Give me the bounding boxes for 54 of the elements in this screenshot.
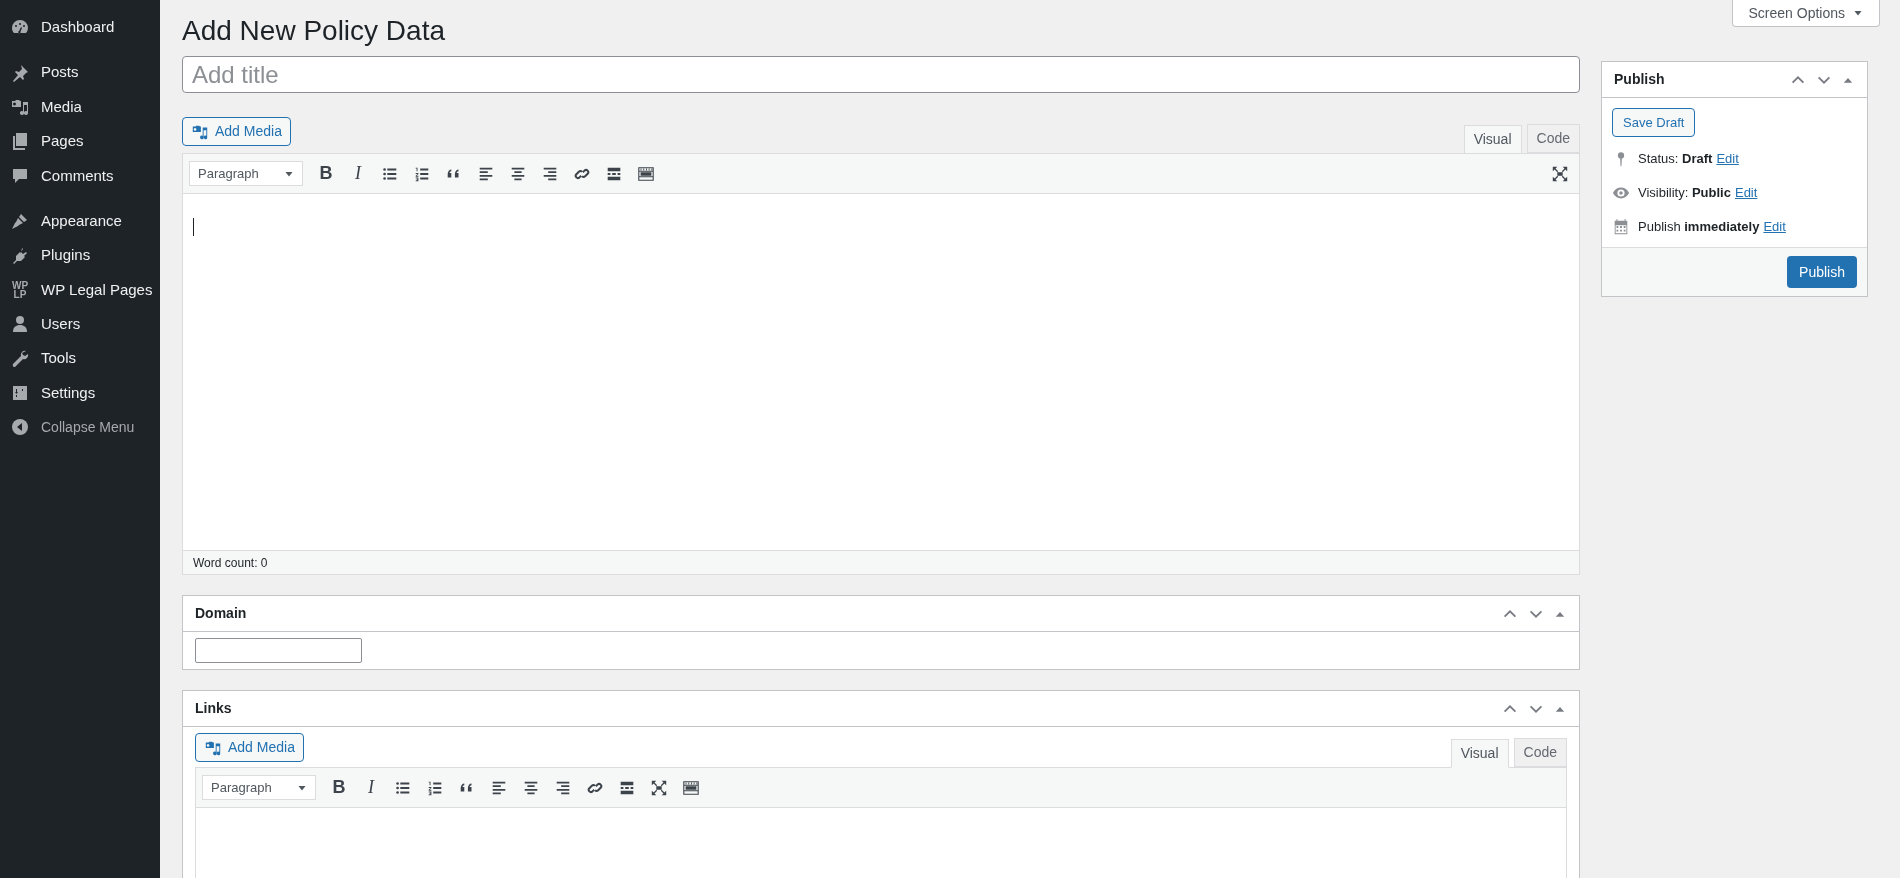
editor-tab[interactable]: Visual bbox=[1450, 739, 1509, 768]
sidebar-item[interactable]: Users bbox=[0, 307, 160, 342]
format-dropdown[interactable]: Paragraph bbox=[202, 775, 316, 800]
bold-button[interactable]: B bbox=[326, 774, 352, 801]
wp-legal-pages-icon: WP LP bbox=[10, 280, 30, 299]
keyboard-icon bbox=[637, 164, 655, 183]
metabox-title: Links bbox=[195, 699, 232, 718]
status-text: Visibility: Public bbox=[1638, 184, 1731, 203]
collapse-menu-button[interactable]: Collapse Menu bbox=[0, 410, 160, 445]
edit-link[interactable]: Edit bbox=[1716, 149, 1739, 169]
add-media-button[interactable]: Add Media bbox=[195, 733, 304, 762]
fullscreen-icon bbox=[650, 778, 668, 797]
sidebar-item[interactable]: Media bbox=[0, 89, 160, 125]
editor-tab[interactable]: Code bbox=[1526, 124, 1580, 153]
save-draft-button[interactable]: Save Draft bbox=[1612, 108, 1696, 137]
edit-link[interactable]: Edit bbox=[1734, 183, 1758, 203]
format-dropdown[interactable]: Paragraph bbox=[189, 161, 303, 186]
calendar-icon bbox=[1612, 218, 1630, 236]
edit-link[interactable]: Edit bbox=[1763, 217, 1786, 237]
user-icon bbox=[10, 314, 30, 335]
bold-button[interactable]: B bbox=[313, 160, 339, 187]
metabox-title: Domain bbox=[195, 604, 247, 623]
pushpin-icon bbox=[10, 62, 30, 83]
screen-options-button[interactable]: Screen Options bbox=[1731, 0, 1880, 27]
editor-tab[interactable]: Visual bbox=[1463, 125, 1522, 154]
keyboard-icon bbox=[682, 778, 700, 797]
sidebar-item[interactable]: Posts bbox=[0, 55, 160, 90]
panel-title: Publish bbox=[1614, 70, 1665, 89]
sidebar-item[interactable]: WP LP WP Legal Pages bbox=[0, 272, 160, 308]
sidebar-item[interactable]: Plugins bbox=[0, 238, 160, 273]
page-title: Add New Policy Data bbox=[182, 17, 446, 45]
italic-button[interactable]: I bbox=[345, 160, 371, 187]
collapse-icon bbox=[10, 417, 30, 438]
sidebar-item[interactable]: Appearance bbox=[0, 203, 160, 239]
sidebar-item[interactable]: Tools bbox=[0, 341, 160, 376]
sidebar-item[interactable]: Dashboard bbox=[0, 10, 160, 45]
paintbrush-icon bbox=[10, 211, 30, 232]
word-count: Word count: 0 bbox=[193, 554, 268, 572]
sidebar-item[interactable]: Settings bbox=[0, 375, 160, 411]
caret-icon bbox=[1853, 8, 1863, 18]
editor-tab[interactable]: Code bbox=[1513, 738, 1567, 767]
sidebar-item[interactable]: Pages bbox=[0, 124, 160, 159]
wrench-icon bbox=[10, 348, 30, 369]
publish-button[interactable]: Publish bbox=[1787, 256, 1857, 288]
title-field[interactable]: Add title bbox=[182, 56, 1580, 93]
italic-button[interactable]: I bbox=[358, 774, 384, 801]
pages-icon bbox=[10, 131, 30, 152]
status-text: Publish immediately bbox=[1638, 218, 1760, 237]
text-cursor bbox=[193, 218, 194, 236]
domain-input[interactable] bbox=[195, 638, 362, 663]
status-text: Status: Draft bbox=[1638, 150, 1713, 169]
fullscreen-icon bbox=[1551, 164, 1569, 183]
sidebar-item[interactable]: Comments bbox=[0, 158, 160, 193]
add-media-button[interactable]: Add Media bbox=[182, 117, 291, 146]
